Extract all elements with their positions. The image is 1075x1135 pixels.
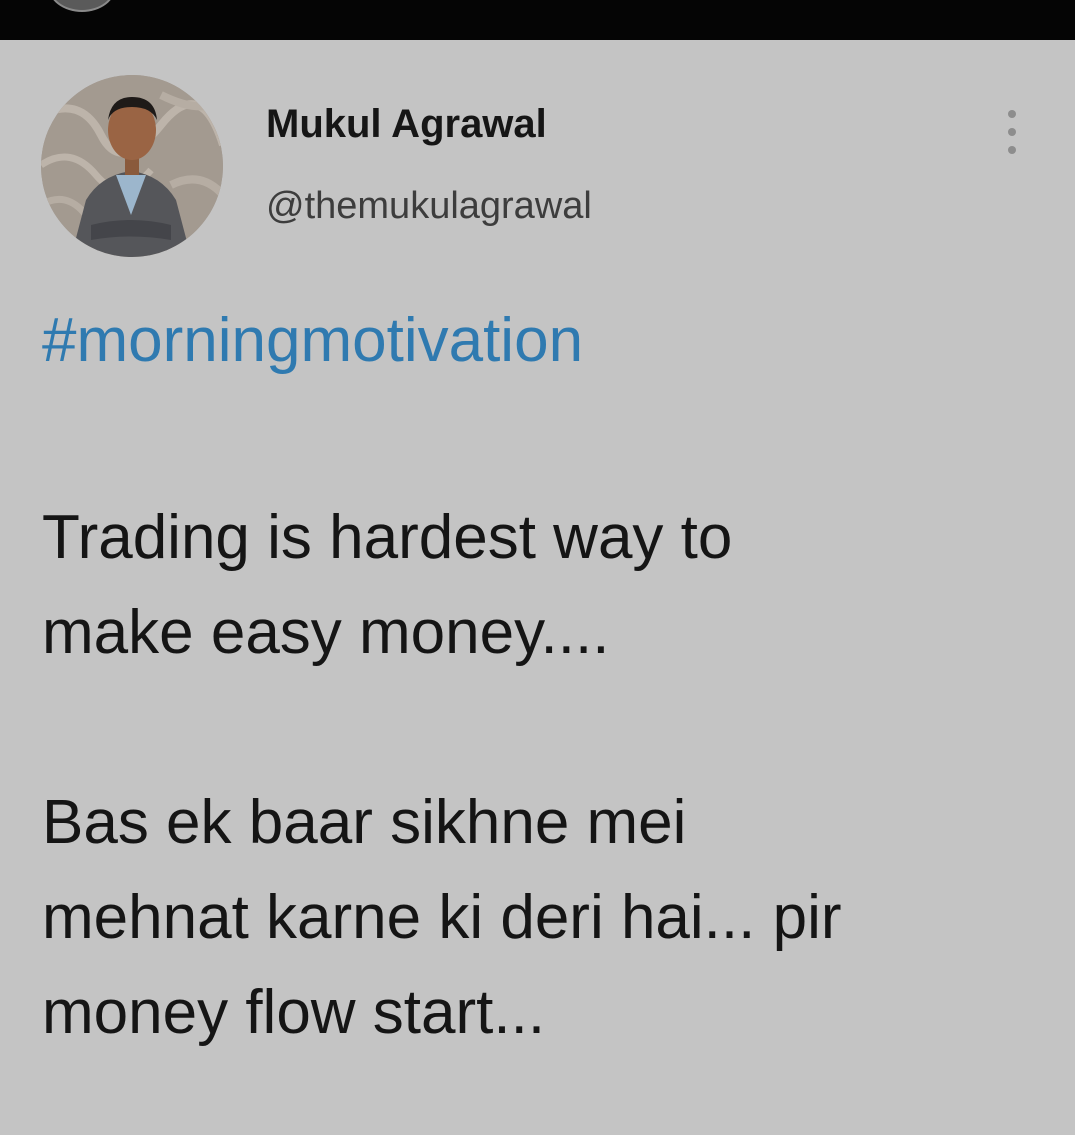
top-bar-avatar[interactable]	[48, 0, 116, 12]
top-bar	[0, 0, 1075, 40]
tweet-text-line: Trading is hardest way to	[42, 503, 733, 572]
vertical-ellipsis-icon	[1008, 128, 1016, 136]
hashtag-link[interactable]: #morningmotivation	[42, 305, 583, 376]
tweet-text-line: mehnat karne ki deri hai... pir	[42, 883, 842, 952]
more-options-button[interactable]	[992, 102, 1032, 162]
tweet-text-paragraph: Trading is hardest way to make easy mone…	[42, 490, 732, 680]
author-avatar[interactable]	[41, 75, 223, 257]
tweet-text-line: Bas ek baar sikhne mei	[42, 788, 687, 857]
vertical-ellipsis-icon	[1008, 146, 1016, 154]
tweet-text-paragraph: Bas ek baar sikhne mei mehnat karne ki d…	[42, 775, 842, 1060]
profile-photo-icon	[41, 75, 223, 257]
author-display-name[interactable]: Mukul Agrawal	[266, 102, 547, 147]
tweet-card: Mukul Agrawal @themukulagrawal #morningm…	[0, 40, 1075, 1135]
tweet-text-line: money flow start...	[42, 978, 546, 1047]
author-handle[interactable]: @themukulagrawal	[266, 185, 592, 228]
vertical-ellipsis-icon	[1008, 110, 1016, 118]
tweet-text-line: make easy money....	[42, 598, 610, 667]
